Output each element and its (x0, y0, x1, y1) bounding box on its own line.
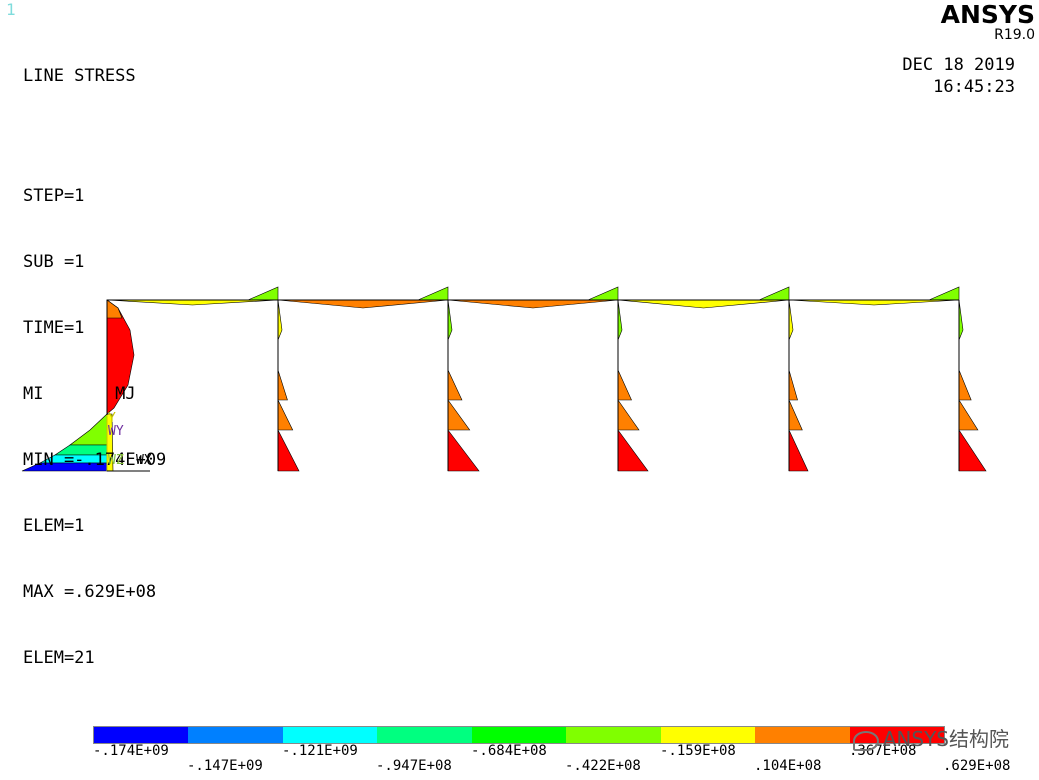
legend-swatch (471, 727, 567, 743)
legend-swatch (755, 727, 850, 743)
stress-band-col-mid (788, 369, 798, 401)
stress-band-col-mid (277, 399, 294, 431)
watermark-text: ANSYS结构院 (882, 727, 1009, 751)
stress-band-col-mid (958, 369, 972, 401)
date-label: DEC 18 2019 (902, 55, 1015, 75)
stress-band-beam (447, 299, 619, 309)
stress-band-col-mid (788, 399, 803, 431)
stress-band-col-mid (617, 399, 640, 431)
stress-band-col-upper (958, 299, 964, 341)
stress-band-beam-end (587, 286, 619, 301)
legend-swatch (566, 727, 661, 743)
stress-band-beam (617, 299, 790, 309)
info-panel: LINE STRESS STEP=1 SUB =1 TIME=1 MI MJ M… (23, 21, 166, 691)
info-step: STEP=1 (23, 186, 85, 206)
time-label: 16:45:23 (933, 77, 1015, 97)
stress-band-col-mid (447, 399, 471, 431)
window-number: 1 (6, 0, 16, 19)
legend-swatch (188, 727, 283, 743)
stress-band-col-base (447, 429, 480, 472)
stress-band-col-base (788, 429, 809, 472)
info-min-elem: ELEM=1 (23, 516, 85, 536)
stress-band-col-mid (447, 369, 463, 401)
stress-band-col-mid (277, 369, 288, 401)
legend-swatch (282, 727, 378, 743)
stress-band-col-upper (447, 299, 453, 341)
legend-swatch (377, 727, 472, 743)
stress-band-col-upper (788, 299, 794, 341)
legend-swatch (94, 727, 189, 743)
info-time: TIME=1 (23, 318, 85, 338)
version-label: R19.0 (994, 27, 1035, 43)
watermark: ANSYS结构院 (852, 723, 1009, 752)
stress-band-col-base (958, 428, 987, 472)
info-max: MAX =.629E+08 (23, 582, 157, 602)
stress-band-col-base (277, 429, 300, 472)
stress-band-beam-end (247, 286, 279, 301)
axis-wy-label: WY (108, 424, 124, 439)
axis-wx-label: WX (136, 453, 152, 468)
info-max-elem: ELEM=21 (23, 648, 95, 668)
stress-band-beam (788, 299, 960, 306)
stress-band-col-upper (617, 299, 623, 341)
stress-band-beam-end (417, 286, 449, 301)
ansys-logo: ANSYS (940, 0, 1035, 29)
contour-legend-bar (93, 726, 945, 744)
stress-band-beam (277, 299, 449, 309)
info-mi-mj: MI MJ (23, 384, 136, 404)
info-sub: SUB =1 (23, 252, 85, 272)
legend-swatch (660, 727, 756, 743)
stress-band-col-upper (277, 299, 283, 341)
info-title: LINE STRESS (23, 66, 136, 86)
stress-band-col-mid (958, 398, 979, 431)
axis-wz-label: WZ (108, 453, 124, 468)
stress-band-beam-end (928, 286, 960, 301)
stress-band-beam-end (758, 286, 790, 301)
wechat-icon (852, 730, 879, 751)
stress-band-col-mid (617, 369, 632, 401)
stress-band-col-base (617, 429, 649, 472)
